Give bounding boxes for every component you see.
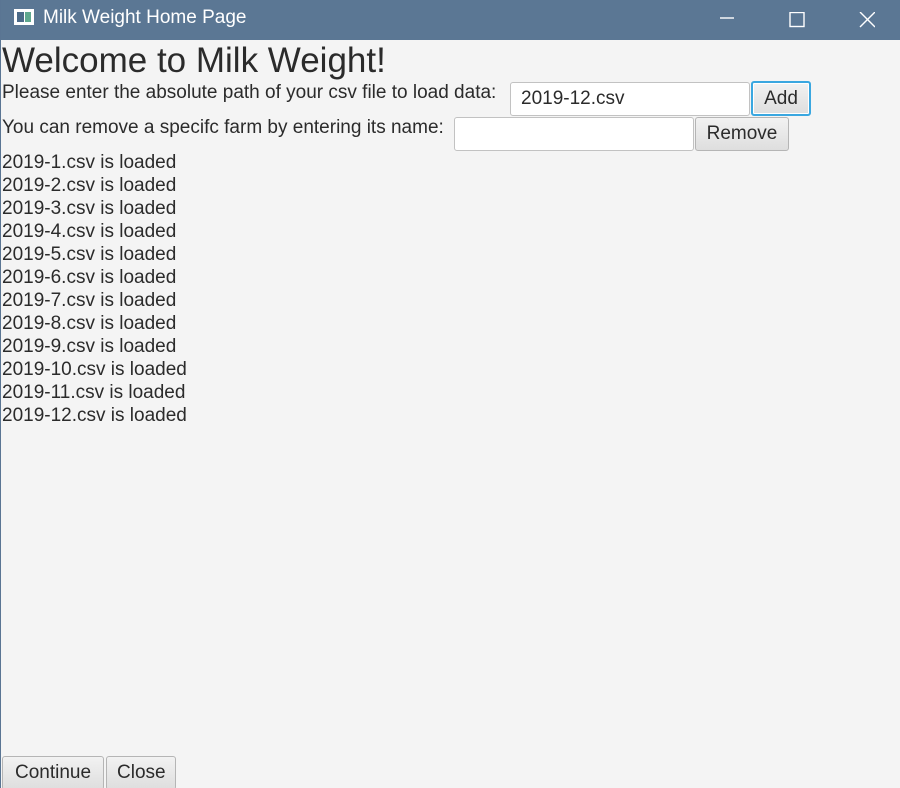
remove-farm-input[interactable] — [454, 117, 694, 151]
maximize-button[interactable] — [774, 0, 820, 40]
list-item: 2019-10.csv is loaded — [2, 359, 187, 380]
add-button[interactable]: Add — [751, 81, 811, 116]
list-item: 2019-3.csv is loaded — [2, 198, 177, 219]
list-item: 2019-7.csv is loaded — [2, 290, 177, 311]
minimize-button[interactable] — [704, 0, 750, 40]
close-button[interactable]: Close — [106, 756, 176, 788]
list-item: 2019-4.csv is loaded — [2, 221, 177, 242]
remove-button[interactable]: Remove — [695, 117, 789, 151]
maximize-icon — [789, 12, 805, 28]
continue-button[interactable]: Continue — [2, 756, 104, 788]
title-bar[interactable]: Milk Weight Home Page — [1, 0, 900, 40]
loaded-files-list: 2019-1.csv is loaded 2019-2.csv is loade… — [2, 151, 187, 427]
list-item: 2019-6.csv is loaded — [2, 267, 177, 288]
list-item: 2019-5.csv is loaded — [2, 244, 177, 265]
close-icon — [859, 12, 875, 28]
list-item: 2019-1.csv is loaded — [2, 152, 177, 173]
close-window-button[interactable] — [844, 0, 890, 40]
minimize-icon — [720, 17, 734, 19]
csv-path-label: Please enter the absolute path of your c… — [2, 82, 497, 103]
page-title: Welcome to Milk Weight! — [2, 41, 386, 80]
window-title: Milk Weight Home Page — [43, 7, 247, 28]
list-item: 2019-2.csv is loaded — [2, 175, 177, 196]
list-item: 2019-12.csv is loaded — [2, 405, 187, 426]
remove-farm-label: You can remove a specifc farm by enterin… — [2, 117, 444, 138]
app-icon — [14, 9, 34, 25]
main-content: Welcome to Milk Weight! Please enter the… — [1, 40, 900, 788]
list-item: 2019-9.csv is loaded — [2, 336, 177, 357]
app-window: Milk Weight Home Page Welcome to Milk We… — [0, 0, 900, 788]
csv-path-input[interactable] — [510, 82, 750, 116]
list-item: 2019-8.csv is loaded — [2, 313, 177, 334]
list-item: 2019-11.csv is loaded — [2, 382, 186, 403]
